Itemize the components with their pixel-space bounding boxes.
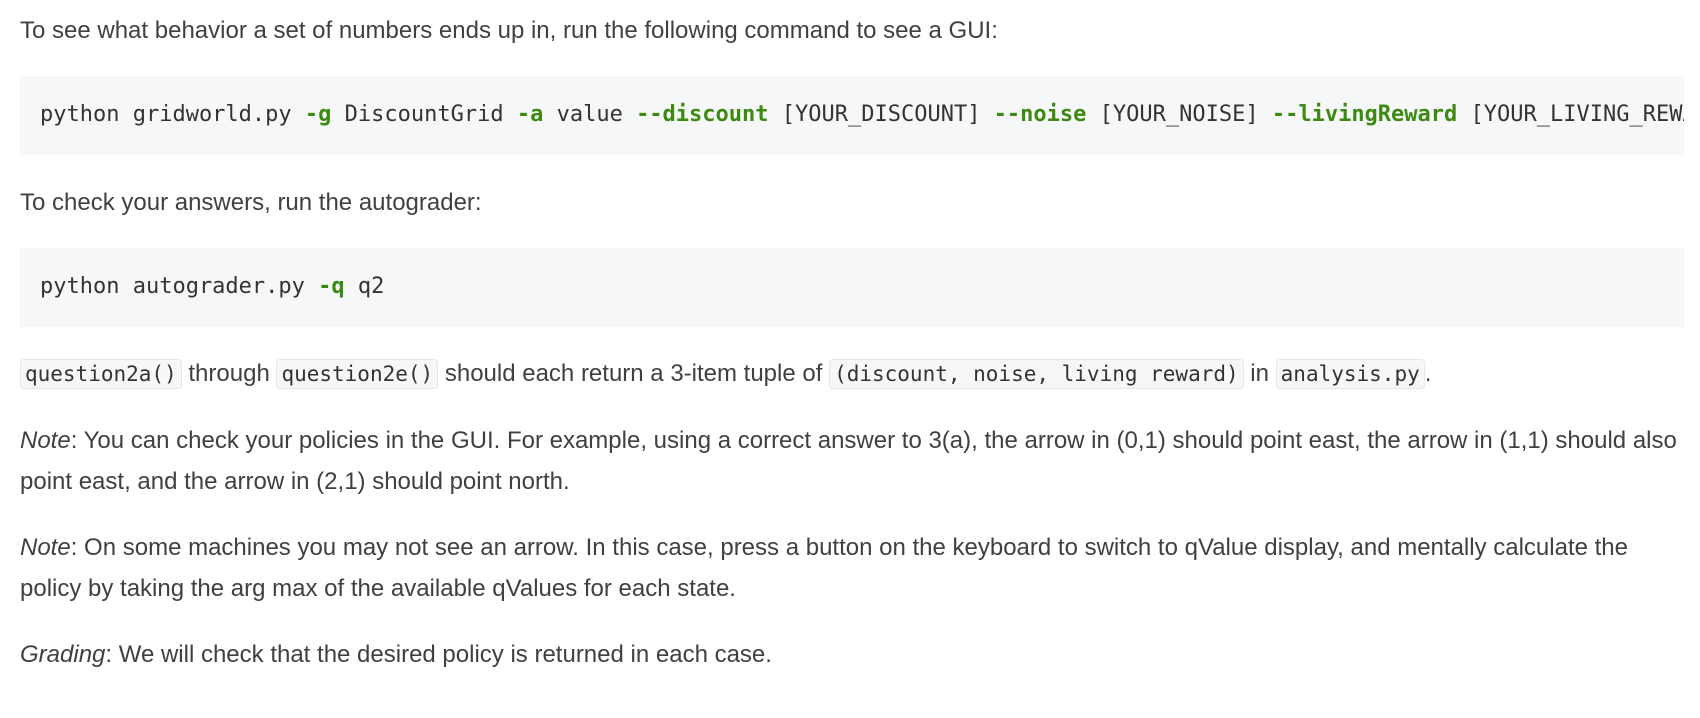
grading-label: Grading [20,641,106,668]
cmd-agent: value [543,102,637,127]
inline-code-analysis-file: analysis.py [1275,359,1425,389]
gridworld-command-block[interactable]: python gridworld.py -g DiscountGrid -a v… [20,76,1684,155]
note-label: Note [20,534,71,561]
flag-noise: --noise [993,102,1087,127]
note-text: : On some machines you may not see an ar… [20,534,1628,602]
intro-paragraph: To see what behavior a set of numbers en… [20,17,998,44]
tuple-text-1: through [181,360,277,387]
note-label: Note [20,427,71,454]
cmd-prefix: python gridworld.py [40,102,305,127]
cmd-noise-value: [YOUR_NOISE] [1086,102,1272,127]
grading-paragraph: Grading: We will check that the desired … [20,634,772,675]
flag-living-reward: --livingReward [1271,102,1458,127]
flag-discount: --discount [636,102,769,127]
inline-code-question2a: question2a() [20,359,182,389]
tuple-paragraph: question2a() through question2e() should… [20,353,1431,395]
flag-a: -a [516,102,544,127]
autograder-command-line: python autograder.py -q q2 [40,272,384,302]
cmd-grid: DiscountGrid [331,102,517,127]
cmd-discount-value: [YOUR_DISCOUNT] [768,102,994,127]
tuple-text-3: in [1243,360,1276,387]
cmd2-prefix: python autograder.py [40,274,319,299]
inline-code-question2e: question2e() [276,359,439,389]
cmd-living-reward-value: [YOUR_LIVING_REWARD] [1470,102,1684,127]
gridworld-command-line: python gridworld.py -g DiscountGrid -a v… [40,100,1684,130]
inline-code-tuple: (discount, noise, living reward) [829,359,1244,389]
flag-g: -g [304,102,332,127]
note-paragraph-arrow: Note: On some machines you may not see a… [20,527,1684,609]
tuple-text-4: . [1424,360,1432,387]
note-paragraph-gui: Note: You can check your policies in the… [20,420,1684,502]
note-text: : You can check your policies in the GUI… [20,427,1677,495]
grading-text: : We will check that the desired policy … [105,641,772,668]
autograder-command-block[interactable]: python autograder.py -q q2 [20,248,1684,327]
flag-q: -q [318,274,345,299]
cmd2-arg: q2 [344,274,385,299]
tuple-text-2: should each return a 3-item tuple of [438,360,830,387]
check-paragraph: To check your answers, run the autograde… [20,189,482,216]
